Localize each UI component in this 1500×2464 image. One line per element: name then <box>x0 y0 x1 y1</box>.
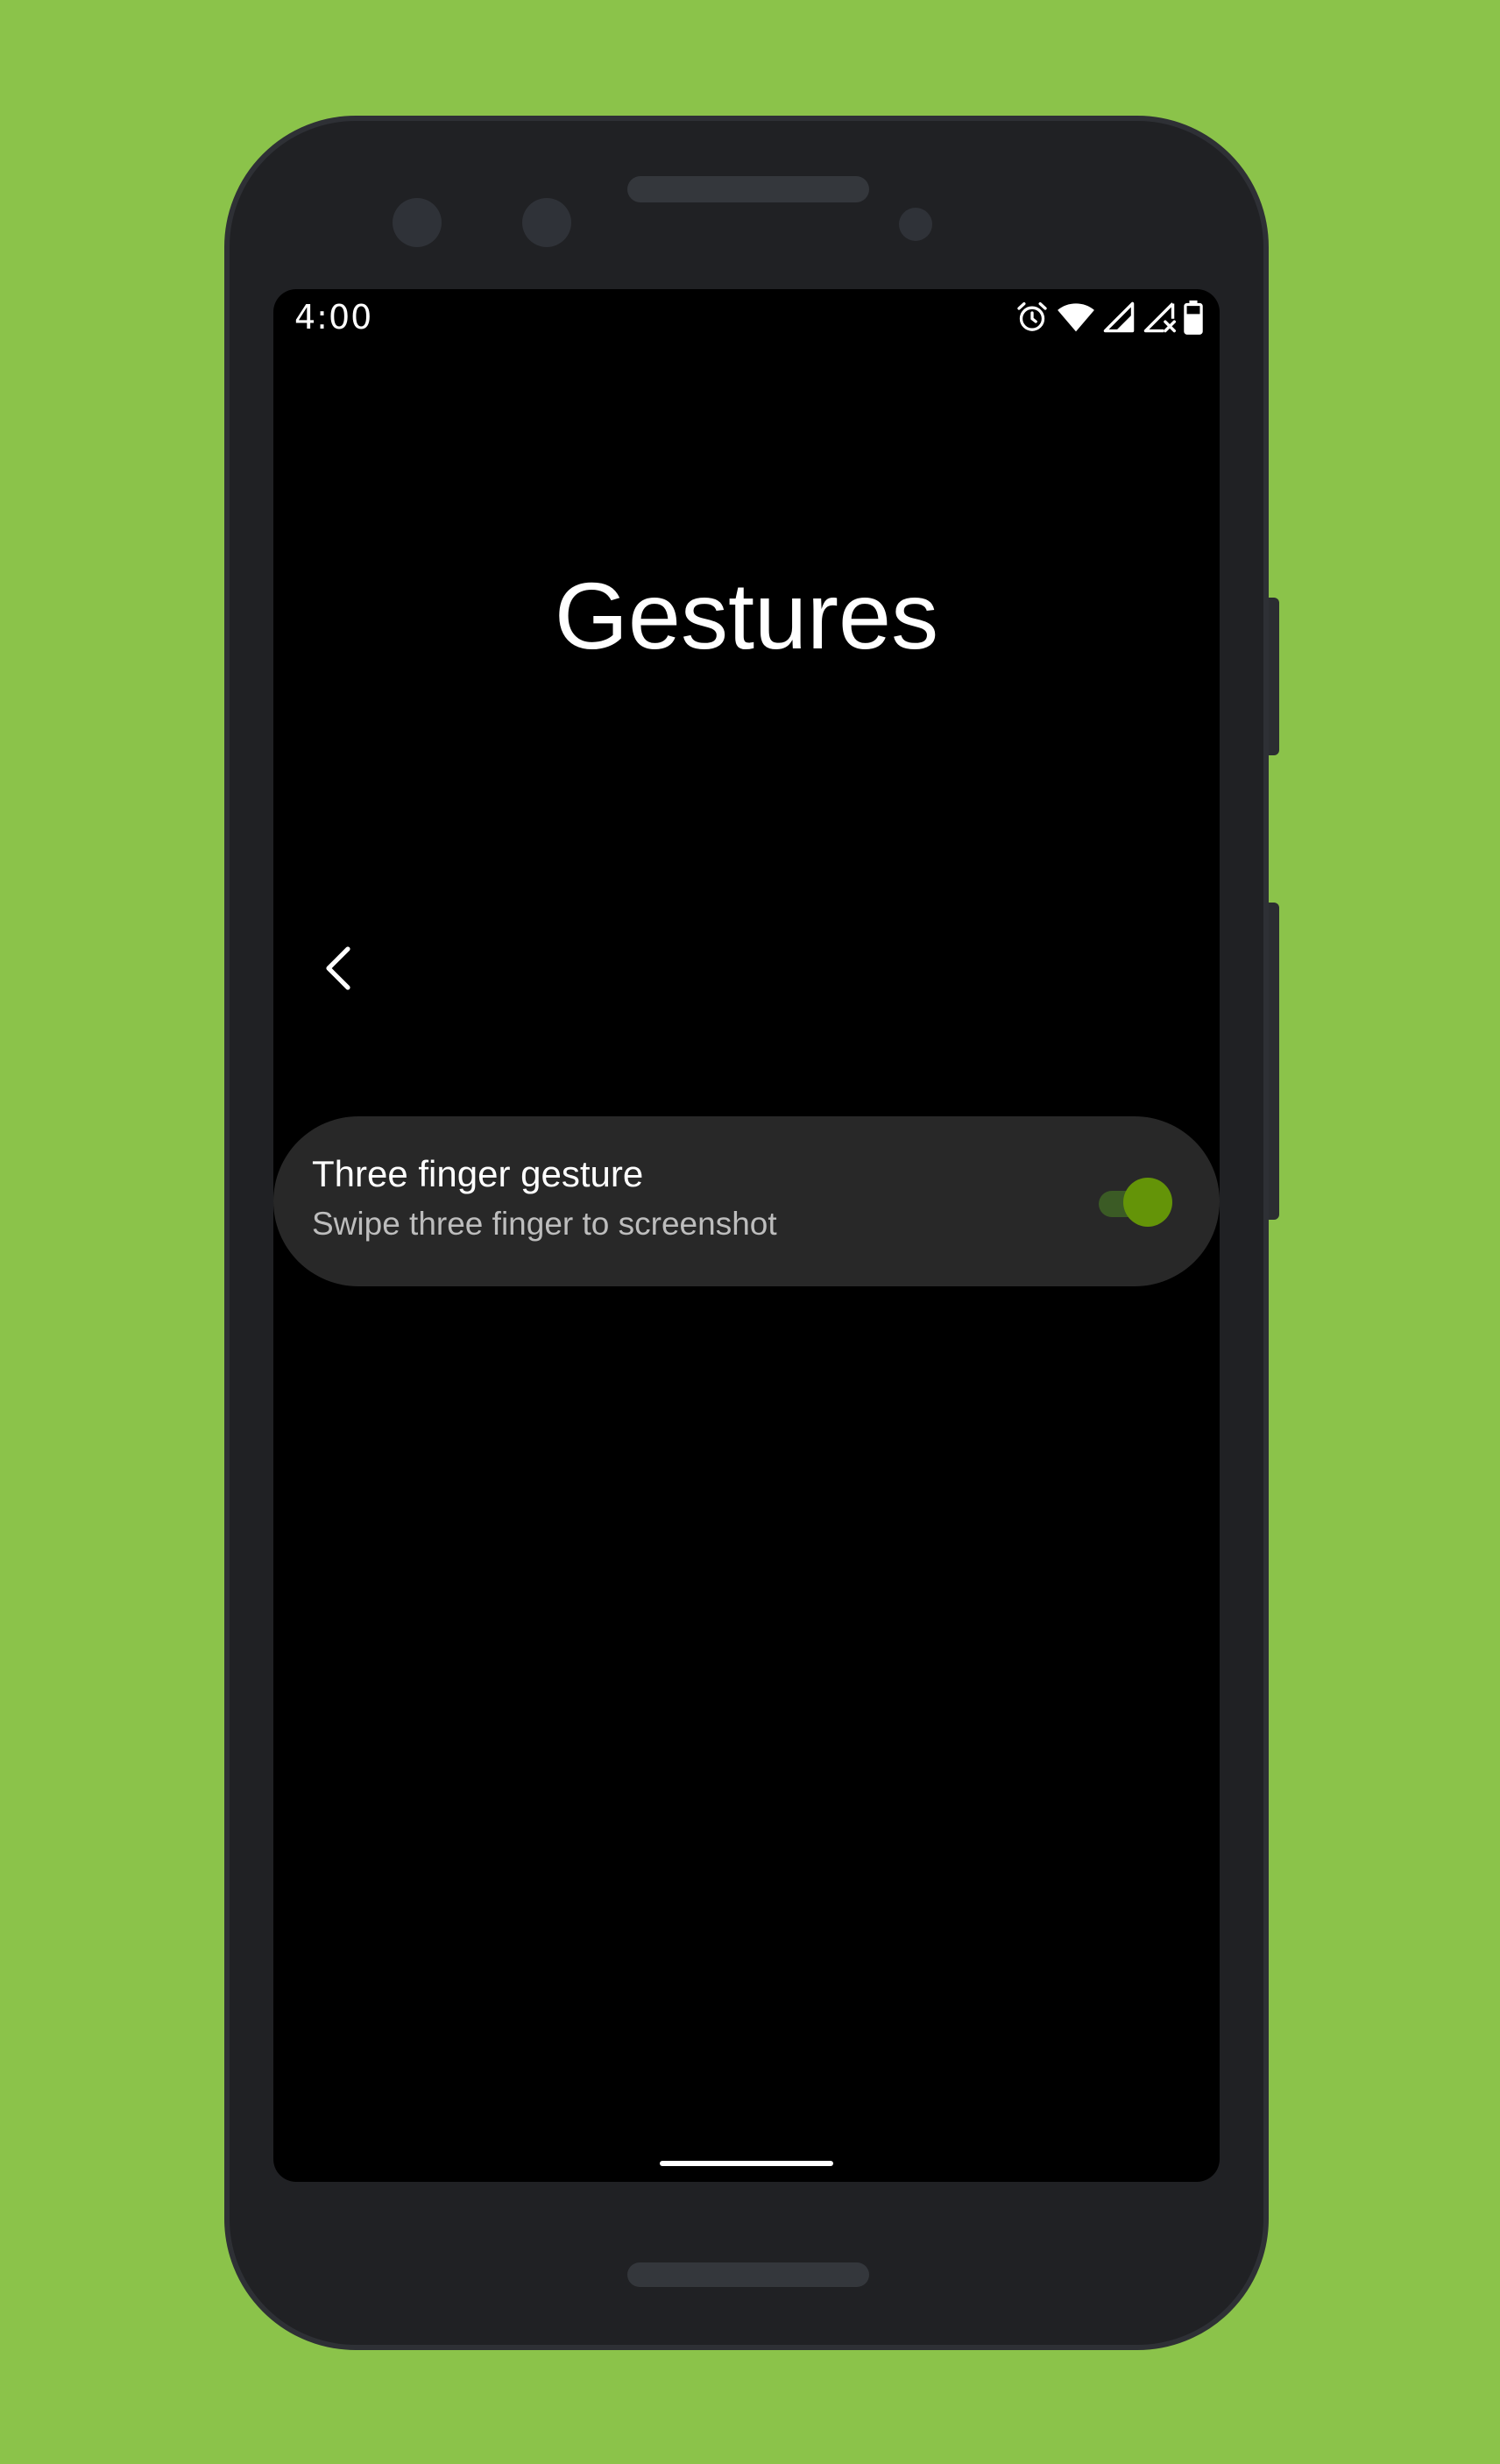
volume-button <box>1269 903 1279 1220</box>
signal-icon <box>1103 301 1135 333</box>
setting-subtitle: Swipe three finger to screenshot <box>312 1206 777 1242</box>
signal-no-data-icon <box>1143 302 1176 333</box>
three-finger-gesture-toggle[interactable] <box>1095 1178 1176 1228</box>
three-finger-gesture-setting[interactable]: Three finger gesture Swipe three finger … <box>273 1116 1220 1286</box>
front-camera-icon <box>393 198 442 247</box>
bottom-speaker <box>627 2262 869 2287</box>
gesture-navigation-handle[interactable] <box>660 2161 833 2166</box>
power-button <box>1269 598 1279 755</box>
status-icons <box>1015 298 1204 336</box>
wifi-icon <box>1058 303 1094 332</box>
earpiece-speaker <box>627 176 869 202</box>
alarm-icon <box>1017 302 1047 331</box>
page-title: Gestures <box>554 563 939 669</box>
front-sensor-icon <box>522 198 571 247</box>
proximity-sensor-icon <box>899 208 932 241</box>
battery-icon <box>1184 300 1203 335</box>
status-time: 4:00 <box>294 298 373 336</box>
setting-title: Three finger gesture <box>312 1153 644 1194</box>
chevron-left-icon <box>326 946 350 990</box>
screen: 4:00 Gestures Three finger gesture Swipe… <box>273 289 1220 2182</box>
toggle-thumb <box>1123 1178 1172 1227</box>
back-button[interactable] <box>308 938 370 999</box>
status-bar: 4:00 <box>273 289 1220 350</box>
